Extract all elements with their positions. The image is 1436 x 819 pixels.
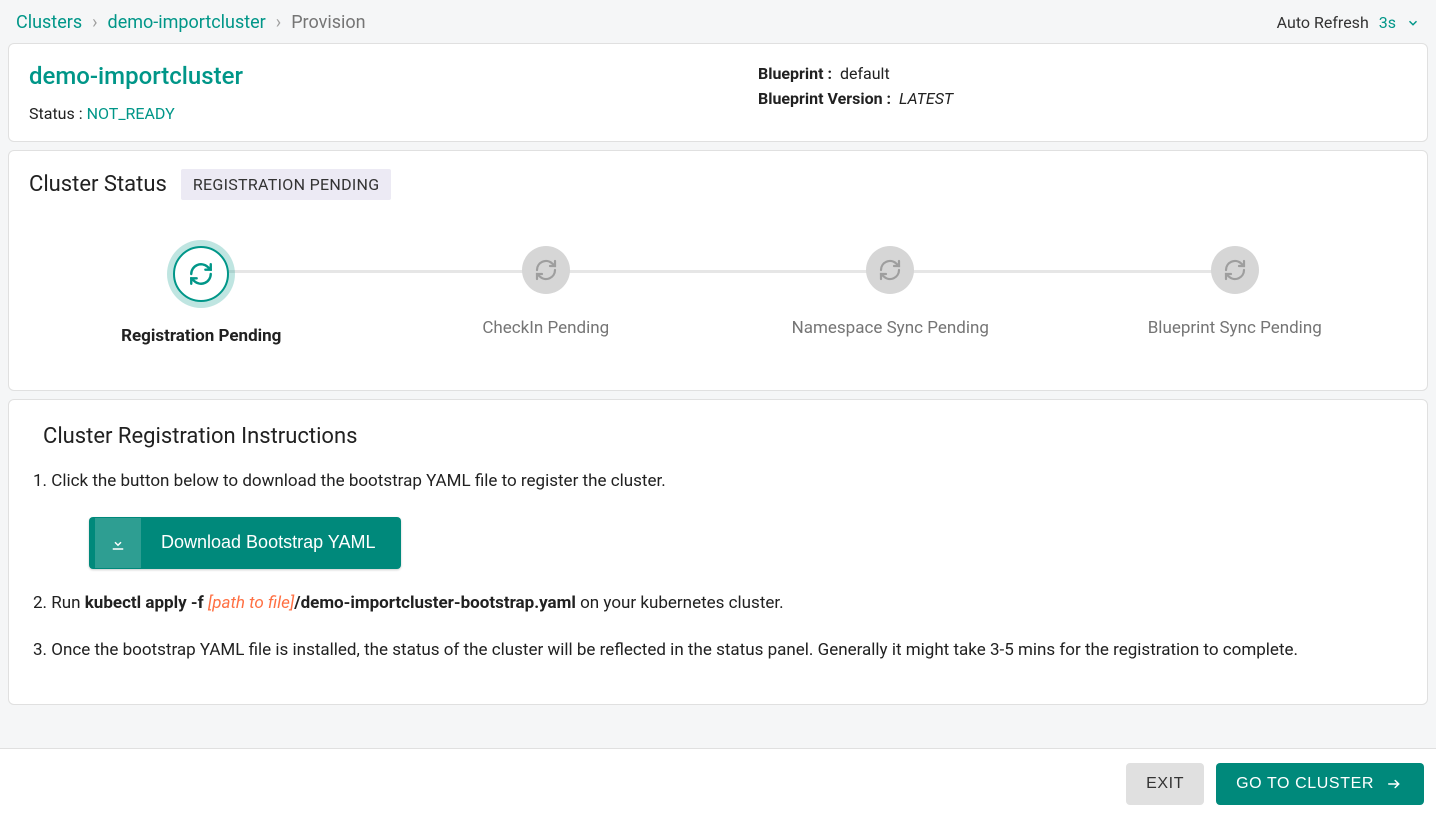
sync-icon bbox=[1211, 246, 1259, 294]
instructions-title: Cluster Registration Instructions bbox=[43, 424, 1407, 449]
arrow-right-icon bbox=[1384, 777, 1404, 791]
download-icon bbox=[95, 518, 141, 568]
blueprint-version-label: Blueprint Version : bbox=[758, 89, 891, 108]
step-label: Registration Pending bbox=[121, 326, 281, 346]
exit-button[interactable]: EXIT bbox=[1126, 763, 1204, 805]
breadcrumb-separator: › bbox=[92, 12, 97, 33]
go-to-cluster-label: GO TO CLUSTER bbox=[1236, 775, 1374, 793]
cluster-status-line: Status : NOT_READY bbox=[29, 104, 718, 123]
auto-refresh-selector[interactable]: Auto Refresh 3s bbox=[1277, 13, 1420, 32]
blueprint-row: Blueprint : default bbox=[758, 64, 1407, 83]
chevron-down-icon bbox=[1406, 16, 1420, 30]
status-stepper: Registration Pending CheckIn Pending bbox=[29, 216, 1407, 372]
instruction-step-2: 2. Run kubectl apply -f [path to file]/d… bbox=[33, 591, 1403, 617]
step2-path-placeholder: [path to file] bbox=[208, 593, 294, 613]
step-label: CheckIn Pending bbox=[482, 318, 609, 338]
auto-refresh-label: Auto Refresh bbox=[1277, 13, 1369, 32]
go-to-cluster-button[interactable]: GO TO CLUSTER bbox=[1216, 763, 1424, 805]
step-blueprint-sync-pending: Blueprint Sync Pending bbox=[1063, 246, 1408, 346]
cluster-header-card: demo-importcluster Status : NOT_READY Bl… bbox=[8, 43, 1428, 142]
cluster-name: demo-importcluster bbox=[29, 62, 718, 90]
step2-command: kubectl apply -f bbox=[85, 593, 208, 613]
cluster-status-title: Cluster Status bbox=[29, 172, 167, 197]
blueprint-version-row: Blueprint Version : LATEST bbox=[758, 89, 1407, 108]
step-label: Blueprint Sync Pending bbox=[1148, 318, 1322, 338]
step2-filename: /demo-importcluster-bootstrap.yaml bbox=[294, 593, 576, 613]
footer-action-bar: EXIT GO TO CLUSTER bbox=[0, 748, 1436, 819]
instruction-step-3: 3. Once the bootstrap YAML file is insta… bbox=[33, 638, 1403, 664]
status-badge: REGISTRATION PENDING bbox=[181, 169, 392, 200]
topbar: Clusters › demo-importcluster › Provisio… bbox=[8, 0, 1428, 43]
cluster-status-card: Cluster Status REGISTRATION PENDING Regi… bbox=[8, 150, 1428, 391]
step-label: Namespace Sync Pending bbox=[792, 318, 989, 338]
blueprint-value: default bbox=[840, 64, 890, 83]
sync-icon bbox=[522, 246, 570, 294]
sync-icon bbox=[173, 246, 229, 302]
step-checkin-pending: CheckIn Pending bbox=[374, 246, 719, 346]
status-label: Status : bbox=[29, 104, 87, 123]
breadcrumb-clusters[interactable]: Clusters bbox=[16, 12, 82, 33]
sync-icon bbox=[866, 246, 914, 294]
breadcrumb-separator: › bbox=[276, 12, 281, 33]
blueprint-version-value: LATEST bbox=[899, 89, 953, 108]
registration-instructions-card: Cluster Registration Instructions 1. Cli… bbox=[8, 399, 1428, 705]
breadcrumb-current: Provision bbox=[291, 12, 365, 33]
status-value: NOT_READY bbox=[87, 104, 175, 123]
step2-suffix: on your kubernetes cluster. bbox=[580, 593, 784, 613]
download-button-label: Download Bootstrap YAML bbox=[141, 532, 395, 553]
instruction-step-1: 1. Click the button below to download th… bbox=[33, 469, 1403, 495]
breadcrumb: Clusters › demo-importcluster › Provisio… bbox=[16, 12, 366, 33]
cluster-status-title-row: Cluster Status REGISTRATION PENDING bbox=[29, 169, 1407, 200]
step2-prefix: 2. Run bbox=[33, 593, 85, 613]
auto-refresh-value: 3s bbox=[1379, 13, 1396, 32]
blueprint-label: Blueprint : bbox=[758, 64, 832, 83]
step-namespace-sync-pending: Namespace Sync Pending bbox=[718, 246, 1063, 346]
breadcrumb-cluster-name[interactable]: demo-importcluster bbox=[108, 12, 266, 33]
step-registration-pending: Registration Pending bbox=[29, 246, 374, 346]
download-bootstrap-button[interactable]: Download Bootstrap YAML bbox=[89, 517, 401, 569]
